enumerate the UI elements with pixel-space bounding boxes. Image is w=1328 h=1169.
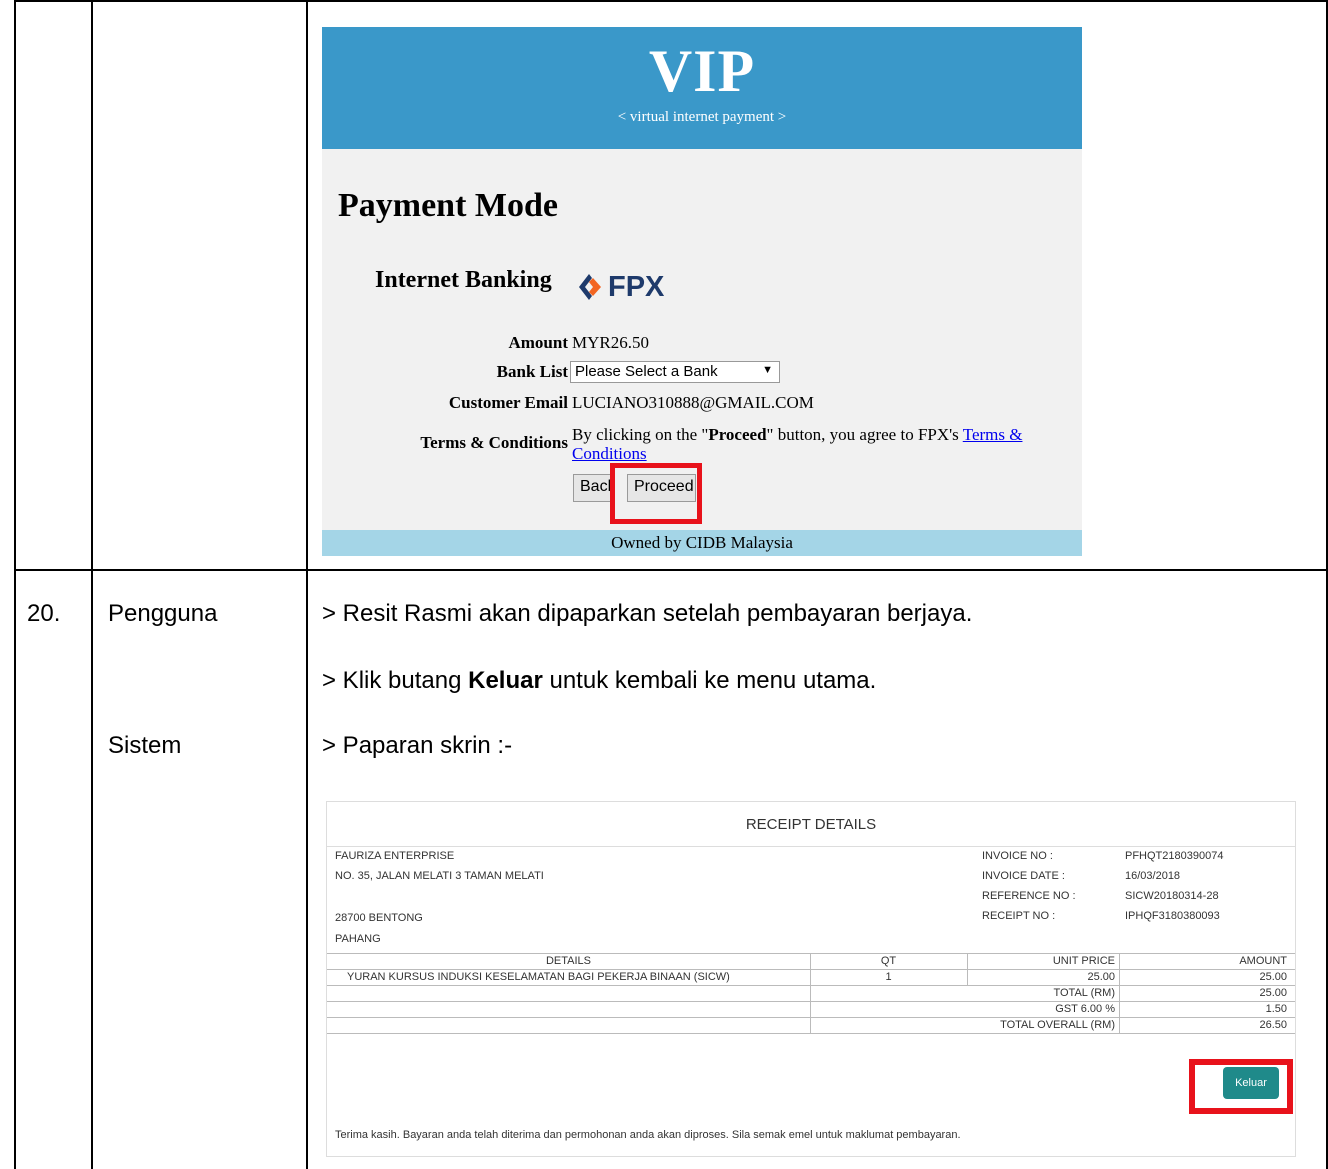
table-line bbox=[327, 1017, 1295, 1018]
item-details: YURAN KURSUS INDUKSI KESELAMATAN BAGI PE… bbox=[347, 971, 730, 983]
back-button[interactable]: Back bbox=[573, 474, 613, 502]
item-qt: 1 bbox=[885, 971, 892, 983]
vip-logo: VIP bbox=[648, 38, 756, 104]
table-border-top bbox=[14, 0, 1328, 2]
header-qt: QT bbox=[880, 955, 897, 967]
internet-banking-label: Internet Banking bbox=[375, 267, 552, 293]
terms-text: By clicking on the "Proceed" button, you… bbox=[572, 425, 1052, 463]
invoice-no-value: PFHQT2180390074 bbox=[1125, 850, 1224, 862]
vip-tagline: < virtual internet payment > bbox=[617, 109, 787, 125]
bank-list-label: Bank List bbox=[496, 362, 568, 381]
reference-no-label: REFERENCE NO : bbox=[982, 890, 1076, 902]
table-line bbox=[327, 1033, 1295, 1034]
terms-text-after: " button, you agree to FPX's bbox=[766, 425, 963, 444]
bank-list-select[interactable]: Please Select a Bank ▼ bbox=[570, 361, 780, 383]
item-unit-price: 25.00 bbox=[1087, 971, 1115, 983]
total-value: 25.00 bbox=[1259, 987, 1287, 999]
step-number: 20. bbox=[27, 600, 61, 627]
total-label: TOTAL (RM) bbox=[1053, 987, 1115, 999]
page-title: Payment Mode bbox=[338, 187, 559, 224]
reference-no-value: SICW20180314-28 bbox=[1125, 890, 1219, 902]
table-line bbox=[967, 953, 968, 985]
step-line-2-after: untuk kembali ke menu utama. bbox=[542, 667, 877, 694]
keluar-highlight-box bbox=[1189, 1059, 1293, 1114]
vip-footer: Owned by CIDB Malaysia bbox=[322, 530, 1082, 556]
receipt-title: RECEIPT DETAILS bbox=[745, 816, 877, 833]
invoice-no-label: INVOICE NO : bbox=[982, 850, 1053, 862]
table-line bbox=[327, 969, 1295, 970]
address-line-1: NO. 35, JALAN MELATI 3 TAMAN MELATI bbox=[335, 870, 544, 882]
dropdown-arrow-icon: ▼ bbox=[762, 364, 773, 376]
amount-value: MYR26.50 bbox=[572, 333, 649, 352]
gst-label: GST 6.00 % bbox=[1055, 1003, 1115, 1015]
invoice-date-label: INVOICE DATE : bbox=[982, 870, 1065, 882]
customer-email-label: Customer Email bbox=[448, 393, 568, 412]
fpx-logo-text: FPX bbox=[608, 270, 665, 303]
actor-user: Pengguna bbox=[108, 600, 218, 627]
receipt-no-value: IPHQF3180380093 bbox=[1125, 910, 1220, 922]
actor-system: Sistem bbox=[108, 732, 182, 759]
table-line bbox=[327, 1001, 1295, 1002]
address-line-2: 28700 BENTONG bbox=[335, 912, 423, 924]
step-line-2-before: > Klik butang bbox=[322, 667, 469, 694]
bank-list-selected: Please Select a Bank bbox=[575, 363, 718, 380]
header-details: DETAILS bbox=[545, 955, 592, 967]
customer-email-value: LUCIANO310888@GMAIL.COM bbox=[572, 393, 814, 412]
company-name: FAURIZA ENTERPRISE bbox=[335, 850, 455, 862]
receipt-screenshot: RECEIPT DETAILS FAURIZA ENTERPRISE NO. 3… bbox=[326, 801, 1296, 1157]
amount-label: Amount bbox=[508, 333, 568, 352]
gst-value: 1.50 bbox=[1265, 1003, 1287, 1015]
terms-label: Terms & Conditions bbox=[420, 433, 568, 452]
terms-text-bold: Proceed bbox=[708, 425, 767, 444]
invoice-date-value: 16/03/2018 bbox=[1125, 870, 1181, 882]
receipt-no-label: RECEIPT NO : bbox=[982, 910, 1056, 922]
header-unit-price: UNIT PRICE bbox=[1052, 955, 1115, 967]
overall-value: 26.50 bbox=[1259, 1019, 1287, 1031]
step-line-2-bold: Keluar bbox=[468, 667, 543, 694]
table-line bbox=[327, 985, 1295, 986]
address-line-3: PAHANG bbox=[335, 933, 381, 945]
item-amount: 25.00 bbox=[1259, 971, 1287, 983]
thank-you-message: Terima kasih. Bayaran anda telah diterim… bbox=[335, 1129, 961, 1141]
table-col-2 bbox=[91, 0, 93, 1169]
fpx-diamond-icon bbox=[579, 274, 601, 300]
receipt-table: DETAILS QT UNIT PRICE AMOUNT YURAN KURSU… bbox=[327, 952, 1295, 1034]
step-line-2: > Klik butang Keluar untuk kembali ke me… bbox=[322, 667, 876, 695]
receipt-title-divider bbox=[327, 846, 1295, 847]
table-col-left bbox=[14, 0, 16, 1169]
table-line bbox=[327, 953, 1295, 954]
proceed-highlight-box bbox=[610, 463, 702, 524]
vip-header: VIP < virtual internet payment > bbox=[322, 27, 1082, 149]
table-line bbox=[1119, 953, 1120, 1033]
vip-payment-screenshot: VIP < virtual internet payment > Payment… bbox=[322, 27, 1082, 556]
terms-text-before: By clicking on the " bbox=[572, 425, 709, 444]
overall-label: TOTAL OVERALL (RM) bbox=[1000, 1019, 1115, 1031]
table-row-divider bbox=[14, 569, 1328, 571]
fpx-logo: FPX bbox=[578, 270, 664, 304]
step-line-1: > Resit Rasmi akan dipaparkan setelah pe… bbox=[322, 600, 973, 627]
step-line-3: > Paparan skrin :- bbox=[322, 732, 513, 759]
table-col-3 bbox=[306, 0, 308, 1169]
header-amount: AMOUNT bbox=[1239, 955, 1287, 967]
